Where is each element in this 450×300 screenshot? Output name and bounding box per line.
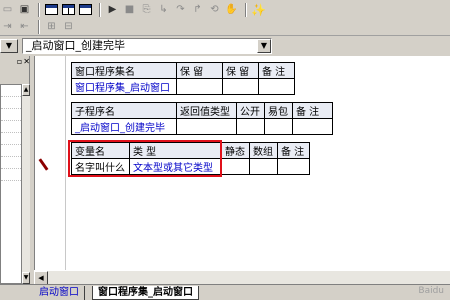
run-icon[interactable]: ▶ xyxy=(105,2,120,17)
header-assembly-name: 窗口程序集名 xyxy=(71,62,177,79)
variable-table: 变量名 类 型 静态 数组 备 注 名字叫什么 文本型或其它类型 xyxy=(71,142,310,175)
gutter-divider xyxy=(65,56,66,270)
toolbar-separator xyxy=(38,19,40,34)
assembly-name-cell[interactable]: 窗口程序集_启动窗口 xyxy=(71,78,177,95)
header-type: 类 型 xyxy=(129,142,222,159)
variable-type-cell[interactable]: 文本型或其它类型 xyxy=(129,158,222,175)
toolbar-row-2: ⇥ ⇤ ⊞ ⊟ xyxy=(0,18,78,35)
panel-header: ▫ ✕ xyxy=(0,56,30,68)
ide-window: ▭ ▣ ▶ ■ ⎘ ↳ ↷ ↱ ⟲ ✋ ✨ ⇥ ⇤ ⊞ ⊟ ▼ _启动窗口_创建… xyxy=(0,0,450,300)
list-item[interactable] xyxy=(1,169,21,181)
subroutine-name-cell[interactable]: _启动窗口_创建完毕 xyxy=(71,118,177,135)
window-icon[interactable]: ▣ xyxy=(17,2,32,17)
header-subroutine-name: 子程序名 xyxy=(71,102,177,119)
properties-icon[interactable]: ⊟ xyxy=(61,19,76,34)
scroll-down-icon[interactable]: ▼ xyxy=(22,272,30,284)
array-cell[interactable] xyxy=(249,158,278,175)
left-scrollbar[interactable]: ▲ ▼ xyxy=(22,84,30,284)
toolbar-row-1: ▭ ▣ ▶ ■ ⎘ ↳ ↷ ↱ ⟲ ✋ ✨ xyxy=(0,1,268,18)
subroutine-select[interactable]: _启动窗口_创建完毕 ▼ xyxy=(22,38,272,54)
tab-window-assembly[interactable]: 窗口程序集_启动窗口 xyxy=(92,286,199,300)
breakpoint-icon[interactable]: ⟲ xyxy=(207,2,222,17)
tab-startup-window[interactable]: 启动窗口 xyxy=(34,286,85,300)
variable-name-cell[interactable]: 名字叫什么 xyxy=(71,158,130,175)
table-header-row: 变量名 类 型 静态 数组 备 注 xyxy=(71,142,310,159)
chevron-down-icon[interactable]: ▼ xyxy=(257,39,271,53)
tab-bar: 启动窗口 窗口程序集_启动窗口 xyxy=(0,284,450,300)
easy-package-cell[interactable] xyxy=(264,118,293,135)
table-header-row: 子程序名 返回值类型 公开 易包 备 注 xyxy=(71,102,333,119)
subroutine-select-value: _启动窗口_创建完毕 xyxy=(26,39,125,52)
remark-cell[interactable] xyxy=(292,118,333,135)
compile-icon[interactable]: ⊞ xyxy=(44,19,59,34)
assembly-table: 窗口程序集名 保 留 保 留 备 注 窗口程序集_启动窗口 xyxy=(71,62,295,95)
header-public: 公开 xyxy=(236,102,265,119)
open-icon[interactable]: ▭ xyxy=(0,2,15,17)
header-remark: 备 注 xyxy=(277,142,310,159)
indent-icon[interactable]: ⇥ xyxy=(0,19,15,34)
watermark: Baidu xyxy=(418,286,444,296)
window-layout-icon[interactable] xyxy=(44,2,59,17)
outdent-icon[interactable]: ⇤ xyxy=(17,19,32,34)
close-icon[interactable]: ✕ xyxy=(23,56,30,68)
hand-icon[interactable]: ✋ xyxy=(224,2,239,17)
current-line-marker-icon xyxy=(39,158,48,172)
list-item[interactable] xyxy=(1,145,21,157)
list-item[interactable] xyxy=(1,97,21,109)
header-reserved-1: 保 留 xyxy=(176,62,223,79)
toolbar: ▭ ▣ ▶ ■ ⎘ ↳ ↷ ↱ ⟲ ✋ ✨ ⇥ ⇤ ⊞ ⊟ xyxy=(0,0,450,36)
left-panel: ▫ ✕ ▲ ▼ xyxy=(0,56,30,300)
remark-cell[interactable] xyxy=(277,158,310,175)
table-row[interactable]: 名字叫什么 文本型或其它类型 xyxy=(71,158,310,175)
step-over-icon[interactable]: ↷ xyxy=(173,2,188,17)
remark-cell[interactable] xyxy=(258,78,295,95)
table-row[interactable]: _启动窗口_创建完毕 xyxy=(71,118,333,135)
header-remark: 备 注 xyxy=(258,62,295,79)
module-selector-row: ▼ _启动窗口_创建完毕 ▼ xyxy=(0,37,450,55)
magic-wand-icon[interactable]: ✨ xyxy=(251,2,266,17)
list-item[interactable] xyxy=(1,133,21,145)
toolbar-separator xyxy=(38,2,40,17)
public-cell[interactable] xyxy=(236,118,265,135)
property-list[interactable] xyxy=(0,84,22,284)
window-split-icon[interactable] xyxy=(61,2,76,17)
window-both-icon[interactable] xyxy=(78,2,93,17)
list-item[interactable] xyxy=(1,157,21,169)
header-static: 静态 xyxy=(221,142,250,159)
table-header-row: 窗口程序集名 保 留 保 留 备 注 xyxy=(71,62,295,79)
horizontal-scrollbar[interactable]: ◀ xyxy=(34,270,450,285)
stop-icon[interactable]: ■ xyxy=(122,2,137,17)
header-reserved-2: 保 留 xyxy=(222,62,259,79)
list-item[interactable] xyxy=(1,121,21,133)
step-into-icon[interactable]: ↳ xyxy=(156,2,171,17)
table-row[interactable]: 窗口程序集_启动窗口 xyxy=(71,78,295,95)
scroll-left-icon[interactable]: ◀ xyxy=(34,271,48,285)
header-variable-name: 变量名 xyxy=(71,142,130,159)
toolbar-separator xyxy=(99,2,101,17)
toolbar-separator xyxy=(245,2,247,17)
header-remark: 备 注 xyxy=(292,102,333,119)
list-item[interactable] xyxy=(1,85,21,97)
step-icon[interactable]: ⎘ xyxy=(139,2,154,17)
code-editor[interactable]: 窗口程序集名 保 留 保 留 备 注 窗口程序集_启动窗口 子程序名 返回值类型… xyxy=(34,56,450,270)
header-return-type: 返回值类型 xyxy=(176,102,237,119)
static-cell[interactable] xyxy=(221,158,250,175)
object-dropdown-arrow-icon[interactable]: ▼ xyxy=(0,39,18,53)
list-item[interactable] xyxy=(1,109,21,121)
reserved-cell-2[interactable] xyxy=(222,78,259,95)
return-type-cell[interactable] xyxy=(176,118,237,135)
header-array: 数组 xyxy=(249,142,278,159)
reserved-cell-1[interactable] xyxy=(176,78,223,95)
step-out-icon[interactable]: ↱ xyxy=(190,2,205,17)
scroll-up-icon[interactable]: ▲ xyxy=(22,84,30,96)
subroutine-table: 子程序名 返回值类型 公开 易包 备 注 _启动窗口_创建完毕 xyxy=(71,102,333,135)
pin-icon[interactable]: ▫ xyxy=(17,56,22,68)
header-easy-package: 易包 xyxy=(264,102,293,119)
